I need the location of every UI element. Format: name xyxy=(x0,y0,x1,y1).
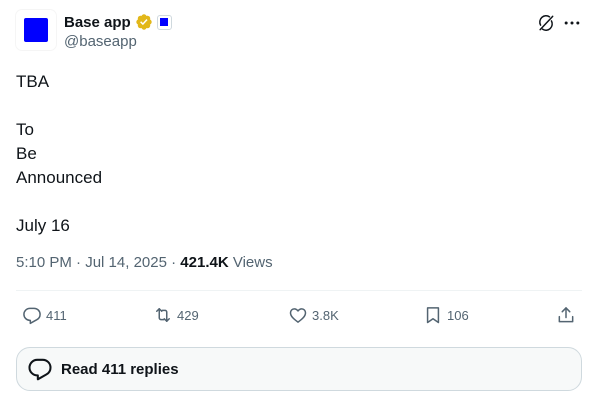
like-count: 3.8K xyxy=(312,307,339,323)
like-button[interactable]: 3.8K xyxy=(288,303,339,327)
bookmark-button[interactable]: 106 xyxy=(423,303,469,327)
tweet-card: Base app @baseapp TBA To Be Announced Ju… xyxy=(0,0,598,400)
tweet-text-line: Be xyxy=(16,144,37,163)
views-label: Views xyxy=(228,254,273,271)
author-display-name[interactable]: Base app xyxy=(64,14,131,31)
heart-icon xyxy=(289,308,307,323)
divider xyxy=(16,290,582,291)
reply-bubble-icon xyxy=(28,358,52,381)
affiliate-badge-icon[interactable] xyxy=(156,14,172,30)
repost-count: 429 xyxy=(177,307,199,323)
author-handle[interactable]: @baseapp xyxy=(64,33,137,50)
tweet-text-line xyxy=(16,94,576,118)
tweet-actions: 411 429 3.8K 106 xyxy=(0,303,598,327)
reply-button[interactable]: 411 xyxy=(22,303,67,327)
tweet-text: TBA To Be Announced July 16 xyxy=(16,70,576,238)
repost-button[interactable]: 429 xyxy=(153,303,199,327)
tweet-text-line xyxy=(16,190,576,214)
tweet-text-line: July 16 xyxy=(16,216,70,235)
views-count[interactable]: 421.4K xyxy=(180,254,228,271)
reply-icon xyxy=(23,307,41,325)
share-icon xyxy=(558,307,574,323)
author-name-row: Base app xyxy=(64,12,172,32)
tweet-meta: 5:10 PM · Jul 14, 2025 · 421.4K Views xyxy=(16,253,273,273)
tweet-time[interactable]: 5:10 PM xyxy=(16,254,72,271)
tweet-text-line: Announced xyxy=(16,168,103,187)
meta-separator: · xyxy=(166,254,181,271)
more-icon[interactable] xyxy=(562,13,582,33)
read-replies-label: Read 411 replies xyxy=(61,360,179,378)
verified-badge-icon[interactable] xyxy=(135,13,153,31)
meta-separator: · xyxy=(71,254,86,271)
bookmark-icon xyxy=(426,307,440,324)
bookmark-count: 106 xyxy=(447,307,469,323)
share-button[interactable] xyxy=(556,303,576,327)
avatar[interactable] xyxy=(16,10,56,50)
tweet-date[interactable]: Jul 14, 2025 xyxy=(85,254,167,271)
tweet-text-line: TBA xyxy=(16,72,50,91)
read-replies-button[interactable]: Read 411 replies xyxy=(16,347,582,391)
reply-count: 411 xyxy=(46,307,67,323)
tweet-text-line: To xyxy=(16,120,34,139)
repost-icon xyxy=(156,308,170,322)
grok-icon[interactable] xyxy=(536,13,556,33)
avatar-logo xyxy=(24,18,48,42)
